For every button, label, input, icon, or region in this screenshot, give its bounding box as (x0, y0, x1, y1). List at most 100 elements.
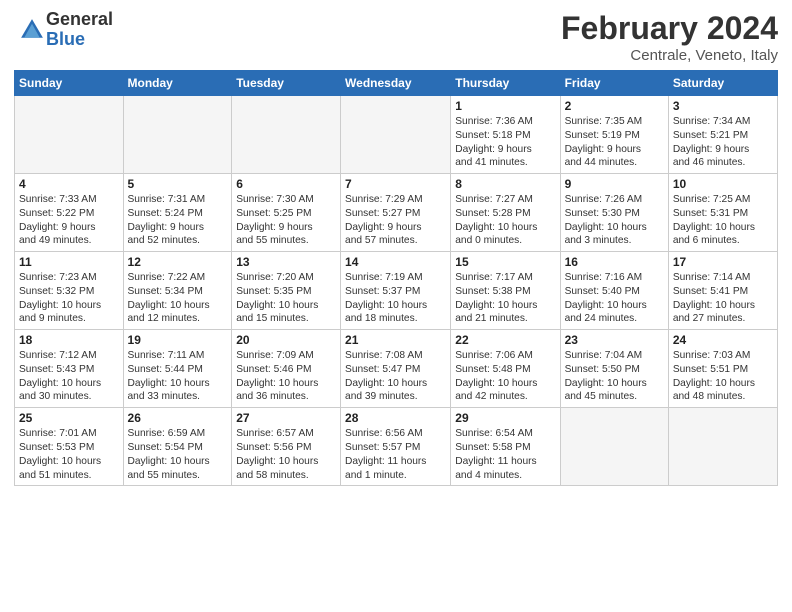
day-info: Sunrise: 7:14 AM Sunset: 5:41 PM Dayligh… (673, 271, 773, 326)
day-info: Sunrise: 7:06 AM Sunset: 5:48 PM Dayligh… (455, 349, 555, 404)
day-info: Sunrise: 7:16 AM Sunset: 5:40 PM Dayligh… (565, 271, 664, 326)
calendar-day-cell: 11Sunrise: 7:23 AM Sunset: 5:32 PM Dayli… (15, 252, 124, 330)
calendar-week-row: 25Sunrise: 7:01 AM Sunset: 5:53 PM Dayli… (15, 408, 778, 486)
day-number: 27 (236, 411, 336, 425)
calendar-day-cell: 8 Sunrise: 7:27 AM Sunset: 5:28 PM Daylig… (451, 174, 560, 252)
day-info: Sunrise: 6:59 AM Sunset: 5:54 PM Dayligh… (128, 427, 228, 482)
logo: General Blue (14, 10, 113, 50)
calendar-day-cell: 19 Sunrise: 7:11 AM Sunset: 5:44 PM Dayli… (123, 330, 232, 408)
day-number: 10 (673, 177, 773, 191)
day-number: 19 (128, 333, 228, 347)
calendar-day-cell: 2 Sunrise: 7:35 AM Sunset: 5:19 PM Daylig… (560, 96, 668, 174)
calendar-day-cell: 27 Sunrise: 6:57 AM Sunset: 5:56 PM Dayli… (232, 408, 341, 486)
day-info: Sunrise: 7:33 AM Sunset: 5:22 PM Dayligh… (19, 193, 119, 248)
month-title: February 2024 (561, 10, 778, 47)
calendar-day-cell: 21 Sunrise: 7:08 AM Sunset: 5:47 PM Dayli… (341, 330, 451, 408)
day-info: Sunrise: 7:03 AM Sunset: 5:51 PM Dayligh… (673, 349, 773, 404)
day-info: Sunrise: 7:31 AM Sunset: 5:24 PM Dayligh… (128, 193, 228, 248)
weekday-header-row: SundayMondayTuesdayWednesdayThursdayFrid… (15, 71, 778, 96)
day-info: Sunrise: 7:29 AM Sunset: 5:27 PM Dayligh… (345, 193, 446, 248)
day-number: 28 (345, 411, 446, 425)
day-number: 14 (345, 255, 446, 269)
logo-general: General (46, 10, 113, 30)
day-number: 4 (19, 177, 119, 191)
logo-icon (18, 16, 46, 44)
day-number: 13 (236, 255, 336, 269)
calendar-day-cell: 18 Sunrise: 7:12 AM Sunset: 5:43 PM Dayli… (15, 330, 124, 408)
calendar-day-cell: 29Sunrise: 6:54 AM Sunset: 5:58 PM Dayli… (451, 408, 560, 486)
calendar-day-cell: 14Sunrise: 7:19 AM Sunset: 5:37 PM Dayli… (341, 252, 451, 330)
calendar-day-cell (232, 96, 341, 174)
day-info: Sunrise: 7:12 AM Sunset: 5:43 PM Dayligh… (19, 349, 119, 404)
day-info: Sunrise: 7:08 AM Sunset: 5:47 PM Dayligh… (345, 349, 446, 404)
calendar-week-row: 1 Sunrise: 7:36 AM Sunset: 5:18 PM Daylig… (15, 96, 778, 174)
day-number: 20 (236, 333, 336, 347)
calendar-day-cell (15, 96, 124, 174)
weekday-header: Saturday (668, 71, 777, 96)
day-info: Sunrise: 7:36 AM Sunset: 5:18 PM Dayligh… (455, 115, 555, 170)
day-info: Sunrise: 7:17 AM Sunset: 5:38 PM Dayligh… (455, 271, 555, 326)
weekday-header: Monday (123, 71, 232, 96)
day-number: 26 (128, 411, 228, 425)
day-number: 29 (455, 411, 555, 425)
day-info: Sunrise: 7:04 AM Sunset: 5:50 PM Dayligh… (565, 349, 664, 404)
weekday-header: Friday (560, 71, 668, 96)
day-info: Sunrise: 7:25 AM Sunset: 5:31 PM Dayligh… (673, 193, 773, 248)
calendar-day-cell: 23 Sunrise: 7:04 AM Sunset: 5:50 PM Dayli… (560, 330, 668, 408)
weekday-header: Wednesday (341, 71, 451, 96)
location-title: Centrale, Veneto, Italy (561, 47, 778, 64)
calendar-day-cell: 3 Sunrise: 7:34 AM Sunset: 5:21 PM Daylig… (668, 96, 777, 174)
day-info: Sunrise: 6:57 AM Sunset: 5:56 PM Dayligh… (236, 427, 336, 482)
calendar-day-cell: 13 Sunrise: 7:20 AM Sunset: 5:35 PM Dayli… (232, 252, 341, 330)
day-number: 12 (128, 255, 228, 269)
calendar-day-cell: 1 Sunrise: 7:36 AM Sunset: 5:18 PM Daylig… (451, 96, 560, 174)
day-number: 23 (565, 333, 664, 347)
calendar-day-cell: 26 Sunrise: 6:59 AM Sunset: 5:54 PM Dayli… (123, 408, 232, 486)
day-info: Sunrise: 6:56 AM Sunset: 5:57 PM Dayligh… (345, 427, 446, 482)
calendar-day-cell: 9Sunrise: 7:26 AM Sunset: 5:30 PM Daylig… (560, 174, 668, 252)
day-number: 21 (345, 333, 446, 347)
day-info: Sunrise: 7:27 AM Sunset: 5:28 PM Dayligh… (455, 193, 555, 248)
calendar-table: SundayMondayTuesdayWednesdayThursdayFrid… (14, 70, 778, 486)
calendar-week-row: 4 Sunrise: 7:33 AM Sunset: 5:22 PM Daylig… (15, 174, 778, 252)
page: General Blue February 2024 Centrale, Ven… (0, 0, 792, 612)
weekday-header: Sunday (15, 71, 124, 96)
calendar-day-cell: 17 Sunrise: 7:14 AM Sunset: 5:41 PM Dayli… (668, 252, 777, 330)
calendar-day-cell: 5 Sunrise: 7:31 AM Sunset: 5:24 PM Daylig… (123, 174, 232, 252)
day-number: 8 (455, 177, 555, 191)
header: General Blue February 2024 Centrale, Ven… (14, 10, 778, 64)
day-number: 22 (455, 333, 555, 347)
day-number: 11 (19, 255, 119, 269)
day-info: Sunrise: 7:11 AM Sunset: 5:44 PM Dayligh… (128, 349, 228, 404)
day-number: 5 (128, 177, 228, 191)
day-number: 18 (19, 333, 119, 347)
day-number: 2 (565, 99, 664, 113)
calendar-day-cell: 12Sunrise: 7:22 AM Sunset: 5:34 PM Dayli… (123, 252, 232, 330)
day-number: 1 (455, 99, 555, 113)
day-info: Sunrise: 7:26 AM Sunset: 5:30 PM Dayligh… (565, 193, 664, 248)
day-number: 17 (673, 255, 773, 269)
calendar-week-row: 11Sunrise: 7:23 AM Sunset: 5:32 PM Dayli… (15, 252, 778, 330)
day-number: 24 (673, 333, 773, 347)
day-number: 16 (565, 255, 664, 269)
weekday-header: Thursday (451, 71, 560, 96)
calendar-day-cell: 22 Sunrise: 7:06 AM Sunset: 5:48 PM Dayli… (451, 330, 560, 408)
calendar-day-cell: 28 Sunrise: 6:56 AM Sunset: 5:57 PM Dayli… (341, 408, 451, 486)
day-number: 3 (673, 99, 773, 113)
calendar-day-cell (560, 408, 668, 486)
calendar-day-cell: 16 Sunrise: 7:16 AM Sunset: 5:40 PM Dayli… (560, 252, 668, 330)
day-number: 6 (236, 177, 336, 191)
calendar-day-cell: 7Sunrise: 7:29 AM Sunset: 5:27 PM Daylig… (341, 174, 451, 252)
calendar-day-cell: 20Sunrise: 7:09 AM Sunset: 5:46 PM Dayli… (232, 330, 341, 408)
calendar-day-cell: 25Sunrise: 7:01 AM Sunset: 5:53 PM Dayli… (15, 408, 124, 486)
day-info: Sunrise: 7:34 AM Sunset: 5:21 PM Dayligh… (673, 115, 773, 170)
calendar-day-cell (123, 96, 232, 174)
logo-blue: Blue (46, 30, 113, 50)
day-info: Sunrise: 7:35 AM Sunset: 5:19 PM Dayligh… (565, 115, 664, 170)
calendar-day-cell: 15Sunrise: 7:17 AM Sunset: 5:38 PM Dayli… (451, 252, 560, 330)
calendar-week-row: 18 Sunrise: 7:12 AM Sunset: 5:43 PM Dayli… (15, 330, 778, 408)
day-info: Sunrise: 7:20 AM Sunset: 5:35 PM Dayligh… (236, 271, 336, 326)
calendar-day-cell: 24 Sunrise: 7:03 AM Sunset: 5:51 PM Dayli… (668, 330, 777, 408)
calendar-day-cell (668, 408, 777, 486)
calendar-day-cell: 10 Sunrise: 7:25 AM Sunset: 5:31 PM Dayli… (668, 174, 777, 252)
